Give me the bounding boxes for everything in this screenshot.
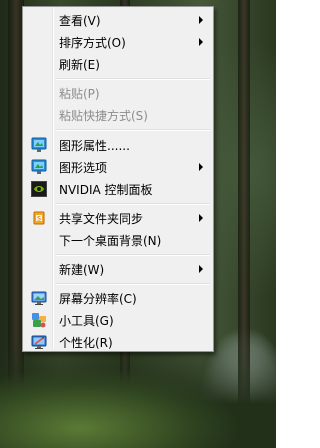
menu-separator [56, 254, 210, 256]
menu-item-label: 图形选项 [59, 160, 108, 175]
menu-item-label: 刷新(E) [59, 57, 100, 72]
menu-item-label: 粘贴(P) [59, 86, 100, 101]
menu-item-shared-folder-sync[interactable]: S 共享文件夹同步 [25, 207, 211, 229]
menu-item-paste[interactable]: 粘贴(P) [25, 82, 211, 104]
gadgets-icon [32, 313, 46, 328]
wallpaper-mossy-ground [0, 338, 276, 448]
menu-item-sort-by[interactable]: 排序方式(O) [25, 31, 211, 53]
nvidia-logo-icon [31, 181, 47, 197]
menu-item-label: 图形属性...... [59, 138, 130, 153]
menu-item-paste-shortcut[interactable]: 粘贴快捷方式(S) [25, 104, 211, 126]
submenu-arrow-icon [199, 16, 203, 24]
submenu-arrow-icon [199, 265, 203, 273]
display-resolution-icon [31, 291, 47, 305]
menu-item-label: 下一个桌面背景(N) [59, 233, 162, 248]
menu-item-next-desktop-background[interactable]: 下一个桌面背景(N) [25, 229, 211, 251]
graphics-monitor-icon [31, 137, 47, 152]
graphics-monitor-icon [31, 159, 47, 174]
menu-item-label: 共享文件夹同步 [59, 211, 144, 226]
menu-item-label: NVIDIA 控制面板 [59, 182, 153, 197]
submenu-arrow-icon [199, 163, 203, 171]
menu-item-graphics-properties[interactable]: 图形属性...... [25, 134, 211, 156]
menu-item-label: 排序方式(O) [59, 35, 126, 50]
menu-item-gadgets[interactable]: 小工具(G) [25, 309, 211, 331]
menu-separator [56, 283, 210, 285]
menu-item-personalize[interactable]: 个性化(R) [25, 331, 211, 353]
menu-item-view[interactable]: 查看(V) [25, 9, 211, 31]
menu-item-screen-resolution[interactable]: 屏幕分辨率(C) [25, 287, 211, 309]
desktop-context-menu: 查看(V) 排序方式(O) 刷新(E) 粘贴(P) 粘贴快捷方式(S) 图形属性… [22, 6, 214, 352]
menu-item-label: 小工具(G) [59, 313, 114, 328]
menu-item-label: 查看(V) [59, 13, 101, 28]
menu-item-nvidia-control-panel[interactable]: NVIDIA 控制面板 [25, 178, 211, 200]
submenu-arrow-icon [199, 38, 203, 46]
menu-item-new[interactable]: 新建(W) [25, 258, 211, 280]
personalize-icon [31, 335, 47, 349]
menu-item-label: 个性化(R) [59, 335, 113, 350]
submenu-arrow-icon [199, 214, 203, 222]
menu-separator [56, 129, 210, 131]
shared-folder-sync-icon: S [33, 211, 45, 225]
menu-separator [56, 203, 210, 205]
menu-item-graphics-options[interactable]: 图形选项 [25, 156, 211, 178]
menu-item-refresh[interactable]: 刷新(E) [25, 53, 211, 75]
menu-item-label: 粘贴快捷方式(S) [59, 108, 148, 123]
menu-separator [56, 78, 210, 80]
menu-item-label: 屏幕分辨率(C) [59, 291, 137, 306]
svg-text:S: S [37, 216, 41, 223]
menu-item-label: 新建(W) [59, 262, 105, 277]
